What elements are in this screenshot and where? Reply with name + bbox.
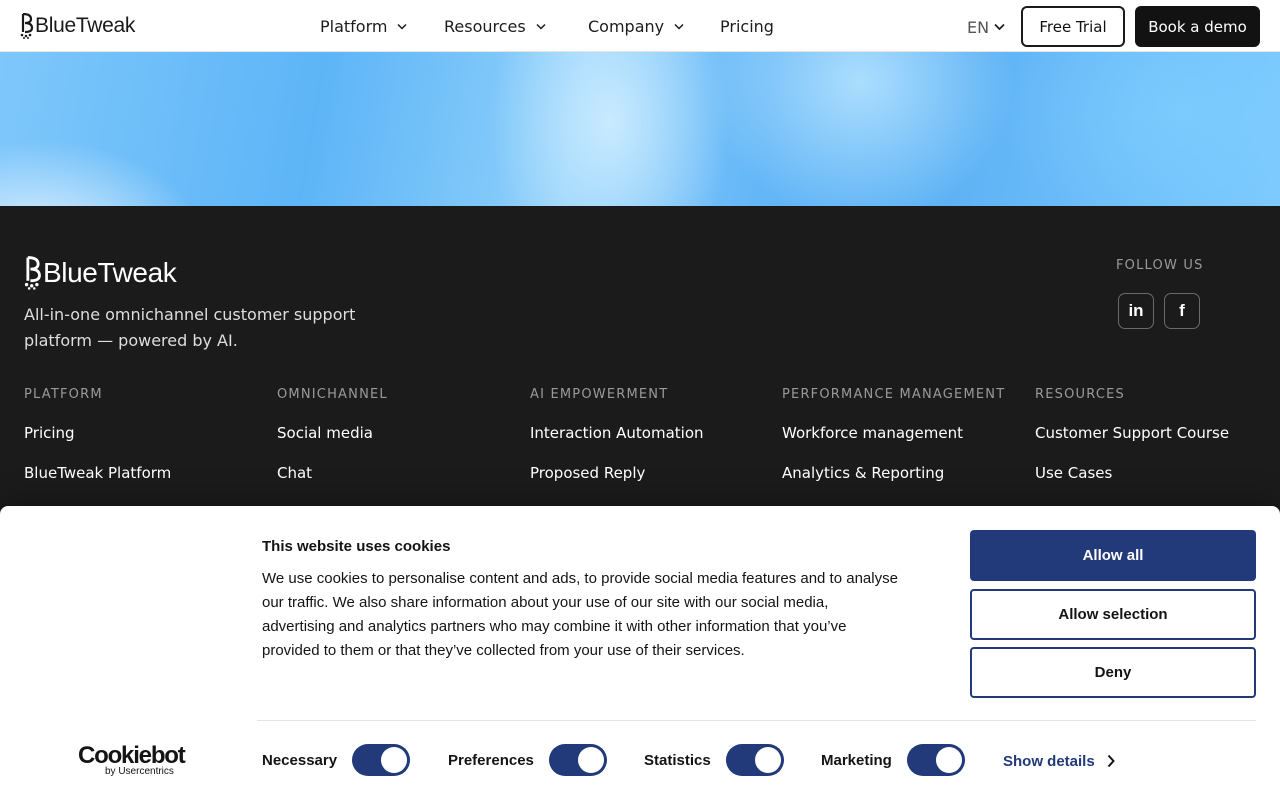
cookie-description: We use cookies to personalise content an…: [262, 570, 898, 659]
cookiebot-subtitle: by Usercentrics: [105, 766, 174, 777]
site-header: BlueTweak Platform Resources Company Pri…: [0, 0, 1280, 52]
follow-us-label: FOLLOW US: [1116, 258, 1204, 273]
brand-logo[interactable]: BlueTweak: [20, 13, 135, 39]
toggle-label-marketing: Marketing: [821, 752, 892, 769]
footer-link[interactable]: BlueTweak Platform: [24, 464, 171, 482]
language-label: EN: [967, 17, 990, 37]
column-heading: PERFORMANCE MANAGEMENT: [782, 387, 1006, 402]
nav-company-label: Company: [588, 16, 665, 36]
show-details-label: Show details: [1003, 752, 1095, 770]
nav-company[interactable]: Company: [588, 14, 684, 38]
toggle-knob: [578, 747, 604, 773]
linkedin-link[interactable]: in: [1118, 293, 1154, 329]
chevron-down-icon: [994, 23, 1005, 31]
divider: [257, 720, 1256, 721]
cookiebot-name: Cookiebot: [78, 742, 186, 769]
chevron-down-icon: [674, 23, 684, 30]
book-demo-button[interactable]: Book a demo: [1135, 6, 1260, 47]
footer-column-omnichannel: OMNICHANNEL Social media Chat: [277, 387, 388, 482]
footer-link[interactable]: Chat: [277, 464, 312, 482]
footer-column-platform: PLATFORM Pricing BlueTweak Platform: [24, 387, 171, 482]
nav-pricing-label: Pricing: [720, 16, 774, 36]
footer-link[interactable]: Workforce management: [782, 424, 963, 442]
footer-column-performance-management: PERFORMANCE MANAGEMENT Workforce managem…: [782, 387, 1006, 482]
footer-link[interactable]: Analytics & Reporting: [782, 464, 944, 482]
chevron-down-icon: [536, 23, 546, 30]
column-heading: OMNICHANNEL: [277, 387, 388, 402]
footer-column-resources: RESOURCES Customer Support Course Use Ca…: [1035, 387, 1229, 482]
nav-resources[interactable]: Resources: [444, 14, 546, 38]
footer-link[interactable]: Proposed Reply: [530, 464, 645, 482]
cookiebot-logo[interactable]: Cookiebot by Usercentrics: [78, 742, 186, 778]
footer-brand-name: BlueTweak: [43, 257, 177, 288]
cookie-consent-banner: This website uses cookies We use cookies…: [0, 506, 1280, 800]
free-trial-button[interactable]: Free Trial: [1021, 6, 1125, 47]
bluetweak-logo-icon: [24, 256, 41, 290]
show-details-link[interactable]: Show details: [1003, 751, 1115, 771]
chevron-right-icon: [1107, 754, 1115, 768]
facebook-link[interactable]: f: [1164, 293, 1200, 329]
toggle-label-statistics: Statistics: [644, 752, 711, 769]
toggle-knob: [936, 747, 962, 773]
toggle-label-preferences: Preferences: [448, 752, 534, 769]
nav-resources-label: Resources: [444, 16, 526, 36]
statistics-toggle[interactable]: [726, 744, 784, 776]
preferences-toggle[interactable]: [549, 744, 607, 776]
nav-platform[interactable]: Platform: [320, 14, 408, 38]
marketing-toggle[interactable]: [907, 744, 965, 776]
column-heading: PLATFORM: [24, 387, 103, 402]
toggle-knob: [755, 747, 781, 773]
footer-brand-logo[interactable]: BlueTweak: [24, 256, 177, 290]
footer-link[interactable]: Pricing: [24, 424, 75, 442]
language-selector[interactable]: EN: [967, 16, 1005, 38]
brand-name: BlueTweak: [35, 14, 136, 37]
allow-all-button[interactable]: Allow all: [970, 530, 1256, 581]
footer-link[interactable]: Customer Support Course: [1035, 424, 1229, 442]
deny-button[interactable]: Deny: [970, 647, 1256, 698]
facebook-icon: f: [1179, 301, 1185, 320]
linkedin-icon: in: [1128, 301, 1144, 320]
toggle-knob: [381, 747, 407, 773]
footer-link[interactable]: Interaction Automation: [530, 424, 704, 442]
bluetweak-logo-icon: [20, 13, 34, 39]
chevron-down-icon: [397, 23, 408, 30]
toggle-label-necessary: Necessary: [262, 752, 338, 769]
nav-platform-label: Platform: [320, 16, 388, 36]
nav-pricing[interactable]: Pricing: [720, 14, 774, 38]
footer-column-ai-empowerment: AI EMPOWERMENT Interaction Automation Pr…: [530, 387, 704, 482]
allow-selection-button[interactable]: Allow selection: [970, 589, 1256, 640]
footer-link[interactable]: Social media: [277, 424, 373, 442]
hero-gradient-background: [0, 52, 1280, 206]
cookie-title: This website uses cookies: [262, 538, 451, 555]
column-heading: RESOURCES: [1035, 387, 1125, 402]
necessary-toggle[interactable]: [352, 744, 410, 776]
footer-link[interactable]: Use Cases: [1035, 464, 1112, 482]
footer-tagline: All-in-one omnichannel customer support …: [24, 305, 356, 350]
column-heading: AI EMPOWERMENT: [530, 387, 669, 402]
